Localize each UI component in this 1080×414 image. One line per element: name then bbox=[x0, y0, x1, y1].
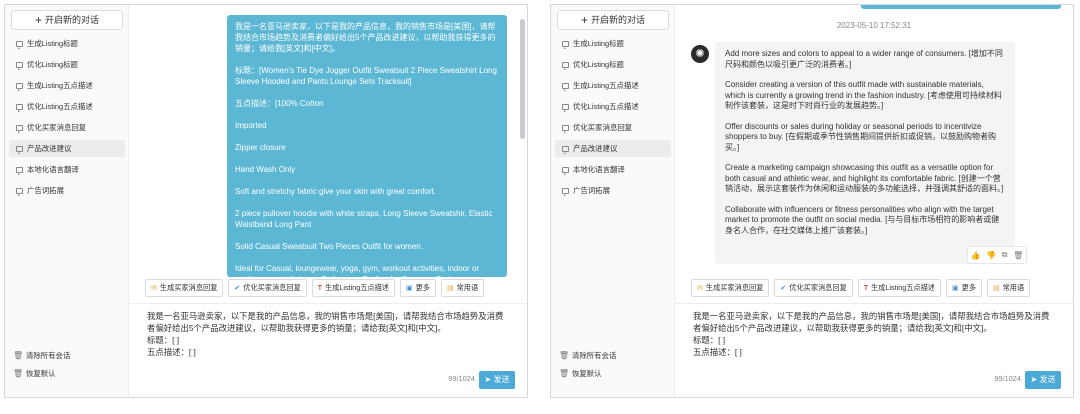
chat-bubble-icon bbox=[16, 83, 23, 91]
new-chat-button[interactable]: + 开启新的对话 bbox=[557, 10, 669, 30]
sidebar-item-ad-keywords[interactable]: 广告词拓展 bbox=[555, 182, 671, 199]
user-message: 我是一名亚马逊卖家，以下是我的产品信息，我的销售市场是[美国]，请帮我结合市场趋… bbox=[227, 15, 507, 277]
note-icon: ▤ bbox=[446, 285, 454, 292]
trash-icon: 🗑 bbox=[559, 351, 570, 360]
quick-optimize-reply-button[interactable]: ✔ 优化买家消息回复 bbox=[774, 279, 853, 297]
sidebar-item-localization[interactable]: 本地化语言翻译 bbox=[9, 161, 125, 178]
chat-bubble-icon bbox=[562, 125, 569, 133]
message-actions: 👍 👎 ⧉ 🗑 bbox=[967, 246, 1027, 264]
plus-icon: + bbox=[34, 13, 42, 27]
quick-phrases-button[interactable]: ▤ 常用语 bbox=[440, 279, 485, 297]
chat-bubble-icon bbox=[16, 125, 23, 133]
quick-generate-reply-button[interactable]: ✉ 生成买家消息回复 bbox=[691, 279, 770, 297]
note-icon: ▤ bbox=[992, 285, 1000, 292]
trash-icon: 🗑 bbox=[559, 369, 570, 378]
sidebar-footer: 🗑 清除所有会话 🗑 恢复默认 bbox=[559, 347, 669, 383]
message-timestamp: 2023-05-10 17:52:31 bbox=[836, 21, 912, 30]
chat-bubble-icon bbox=[562, 146, 569, 154]
quick-optimize-reply-button[interactable]: ✔ 优化买家消息回复 bbox=[228, 279, 307, 297]
new-chat-button[interactable]: + 开启新的对话 bbox=[11, 10, 123, 30]
copy-icon[interactable]: ⧉ bbox=[1002, 250, 1008, 260]
send-button[interactable]: ➤ 发送 bbox=[1025, 371, 1061, 389]
sidebar-item-optimize-bullets[interactable]: 优化Listing五点描述 bbox=[555, 98, 671, 115]
sidebar-item-generate-bullets[interactable]: 生成Listing五点描述 bbox=[555, 77, 671, 94]
thumbs-down-icon[interactable]: 👎 bbox=[986, 251, 996, 260]
sidebar-item-generate-title[interactable]: 生成Listing标题 bbox=[555, 35, 671, 52]
chat-bubble-icon bbox=[16, 104, 23, 112]
quick-action-bar: ✉ 生成买家消息回复 ✔ 优化买家消息回复 T 生成Listing五点描述 ▣ 更多 ▤… bbox=[145, 279, 485, 297]
message-input[interactable]: 我是一名亚马逊卖家，以下是我的产品信息，我的销售市场是[美国]，请帮我结合市场趋… bbox=[675, 303, 1073, 397]
delete-icon[interactable]: 🗑 bbox=[1013, 251, 1023, 260]
sidebar-item-optimize-title[interactable]: 优化Listing标题 bbox=[9, 56, 125, 73]
chat-area: 我是一名亚马逊卖家，以下是我的产品信息，我的销售市场是[美国]，请帮我结合市场趋… bbox=[129, 5, 527, 277]
conversation-list: 生成Listing标题 优化Listing标题 生成Listing五点描述 优化… bbox=[9, 35, 125, 203]
message-icon: ✉ bbox=[151, 285, 157, 292]
sidebar-item-ad-keywords[interactable]: 广告词拓展 bbox=[9, 182, 125, 199]
sidebar: + 开启新的对话 生成Listing标题 优化Listing标题 生成Listin… bbox=[551, 5, 675, 397]
right-window: + 开启新的对话 生成Listing标题 优化Listing标题 生成Listin… bbox=[550, 4, 1074, 398]
chat-bubble-icon bbox=[562, 188, 569, 196]
main-panel: 我是一名亚马逊卖家，以下是我的产品信息，我的销售市场是[美国]，请帮我结合市场趋… bbox=[129, 5, 527, 397]
sidebar-item-optimize-title[interactable]: 优化Listing标题 bbox=[555, 56, 671, 73]
chat-bubble-icon bbox=[16, 62, 23, 70]
chat-bubble-icon bbox=[16, 41, 23, 49]
sidebar-item-generate-title[interactable]: 生成Listing标题 bbox=[9, 35, 125, 52]
text-icon: T bbox=[317, 285, 323, 292]
check-icon: ✔ bbox=[234, 285, 241, 292]
trash-icon: 🗑 bbox=[13, 369, 24, 378]
sidebar-item-buyer-reply[interactable]: 优化买家消息回复 bbox=[555, 119, 671, 136]
quick-generate-bullets-button[interactable]: T 生成Listing五点描述 bbox=[857, 279, 941, 297]
quick-more-button[interactable]: ▣ 更多 bbox=[399, 279, 436, 297]
check-icon: ✔ bbox=[780, 285, 787, 292]
chat-area: 2023-05-10 17:52:31 ✺ Add more sizes and… bbox=[675, 5, 1073, 277]
trash-icon: 🗑 bbox=[13, 351, 24, 360]
thumbs-up-icon[interactable]: 👍 bbox=[971, 251, 981, 260]
quick-more-button[interactable]: ▣ 更多 bbox=[945, 279, 982, 297]
left-window: + 开启新的对话 生成Listing标题 优化Listing标题 生成Listin… bbox=[4, 4, 528, 398]
chat-bubble-icon bbox=[16, 188, 23, 196]
sidebar-item-generate-bullets[interactable]: 生成Listing五点描述 bbox=[9, 77, 125, 94]
char-count: 99/1024 bbox=[448, 374, 475, 383]
clear-all-button[interactable]: 🗑 清除所有会话 bbox=[13, 347, 123, 365]
scrollbar-thumb[interactable] bbox=[520, 19, 525, 139]
text-icon: T bbox=[863, 285, 869, 292]
sidebar-item-optimize-bullets[interactable]: 优化Listing五点描述 bbox=[9, 98, 125, 115]
chat-bubble-icon bbox=[16, 167, 23, 175]
quick-phrases-button[interactable]: ▤ 常用语 bbox=[986, 279, 1031, 297]
cube-icon: ▣ bbox=[405, 285, 413, 292]
previous-user-message bbox=[861, 5, 1061, 9]
message-input[interactable]: 我是一名亚马逊卖家，以下是我的产品信息，我的销售市场是[美国]，请帮我结合市场趋… bbox=[129, 303, 527, 397]
send-button[interactable]: ➤ 发送 bbox=[479, 371, 515, 389]
sidebar-footer: 🗑 清除所有会话 🗑 恢复默认 bbox=[13, 347, 123, 383]
chat-bubble-icon bbox=[562, 83, 569, 91]
cube-icon: ▣ bbox=[951, 285, 959, 292]
chat-bubble-icon bbox=[16, 146, 23, 154]
assistant-avatar-icon: ✺ bbox=[691, 45, 709, 63]
quick-action-bar: ✉ 生成买家消息回复 ✔ 优化买家消息回复 T 生成Listing五点描述 ▣ 更多 ▤… bbox=[691, 279, 1031, 297]
sidebar-item-product-improvement[interactable]: 产品改进建议 bbox=[9, 140, 125, 157]
sidebar-item-product-improvement[interactable]: 产品改进建议 bbox=[555, 140, 671, 157]
chat-bubble-icon bbox=[562, 41, 569, 49]
chat-bubble-icon bbox=[562, 167, 569, 175]
conversation-list: 生成Listing标题 优化Listing标题 生成Listing五点描述 优化… bbox=[555, 35, 671, 203]
chat-bubble-icon bbox=[562, 62, 569, 70]
assistant-message: Add more sizes and colors to appeal to a… bbox=[715, 42, 1015, 264]
plus-icon: + bbox=[580, 13, 588, 27]
restore-default-button[interactable]: 🗑 恢复默认 bbox=[13, 365, 123, 383]
sidebar: + 开启新的对话 生成Listing标题 优化Listing标题 生成Listin… bbox=[5, 5, 129, 397]
sidebar-item-localization[interactable]: 本地化语言翻译 bbox=[555, 161, 671, 178]
restore-default-button[interactable]: 🗑 恢复默认 bbox=[559, 365, 669, 383]
char-count: 99/1024 bbox=[994, 374, 1021, 383]
quick-generate-bullets-button[interactable]: T 生成Listing五点描述 bbox=[311, 279, 395, 297]
sidebar-item-buyer-reply[interactable]: 优化买家消息回复 bbox=[9, 119, 125, 136]
message-icon: ✉ bbox=[697, 285, 703, 292]
quick-generate-reply-button[interactable]: ✉ 生成买家消息回复 bbox=[145, 279, 224, 297]
clear-all-button[interactable]: 🗑 清除所有会话 bbox=[559, 347, 669, 365]
main-panel: 2023-05-10 17:52:31 ✺ Add more sizes and… bbox=[675, 5, 1073, 397]
chat-bubble-icon bbox=[562, 104, 569, 112]
